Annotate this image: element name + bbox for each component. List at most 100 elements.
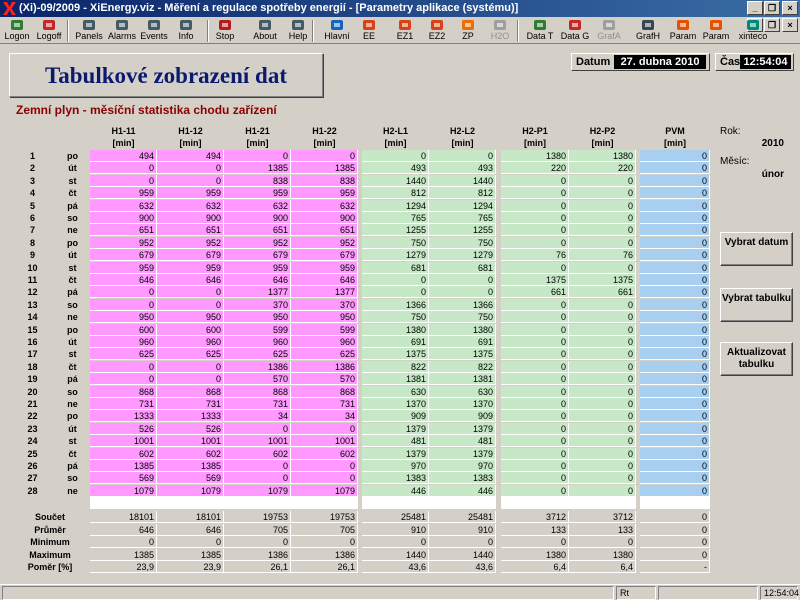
row-day-number: 19 xyxy=(27,374,38,385)
table-cell: 679 xyxy=(224,249,291,262)
panels-icon xyxy=(82,19,96,31)
table-cell: 731 xyxy=(157,398,224,410)
table-cell: 646 xyxy=(157,274,224,286)
summary-cell: 19753 xyxy=(224,511,291,523)
minimize-button[interactable]: _ xyxy=(747,1,763,15)
table-cell: 481 xyxy=(362,435,429,448)
toolbar-button-3[interactable]: Panels xyxy=(74,18,104,43)
page-title: Tabulkové zobrazení dat xyxy=(45,63,287,88)
table-cell: 651 xyxy=(224,224,291,237)
table-cell: 632 xyxy=(291,199,358,212)
table-cell: 1255 xyxy=(362,224,429,237)
toolbar-button-label: xinteco xyxy=(738,31,768,41)
table-cell: 0 xyxy=(157,286,224,299)
table-cell: 0 xyxy=(569,323,636,336)
table-cell: 632 xyxy=(90,199,157,212)
summary-cell: 133 xyxy=(569,523,636,536)
toolbar-button-21[interactable]: Param xyxy=(702,18,730,43)
table-cell: 34 xyxy=(291,410,358,423)
window-title-bar[interactable]: (Xi)-09/2009 - XiEnergy.viz - Měření a r… xyxy=(0,0,800,17)
table-cell: 76 xyxy=(569,249,636,262)
table-cell: 0 xyxy=(501,410,569,423)
toolbar-button-7[interactable]: Stop xyxy=(214,18,236,43)
table-cell: 0 xyxy=(569,422,636,435)
toolbar-button-6[interactable]: Info xyxy=(175,18,197,43)
refresh-table-button[interactable]: Aktualizovat tabulku xyxy=(720,342,793,376)
table-cell: 900 xyxy=(224,212,291,224)
table-cell: 0 xyxy=(291,472,358,485)
toolbar-button-15[interactable]: H2O xyxy=(489,18,511,43)
toolbar-button-17[interactable]: Data G xyxy=(559,18,591,43)
toolbar-button-16[interactable]: Data T xyxy=(525,18,555,43)
table-cell: 570 xyxy=(224,373,291,386)
toolbar-button-5[interactable]: Events xyxy=(137,18,171,43)
summary-cell: 1386 xyxy=(291,548,358,561)
table-cell: 950 xyxy=(157,311,224,324)
page-title-panel: Tabulkové zobrazení dat xyxy=(9,53,323,97)
toolbar-button-1[interactable]: Logon xyxy=(4,18,30,43)
table-cell: 0 xyxy=(569,410,636,423)
table-cell: 0 xyxy=(640,187,710,200)
toolbar-button-10[interactable]: Hlavní xyxy=(320,18,354,43)
table-cell: 950 xyxy=(90,311,157,324)
maximize-button[interactable]: ❐ xyxy=(764,1,780,15)
data-table: H1-11 [min] H1-12 [min] H1-21 [min] H1-22 [min]… xyxy=(10,122,711,578)
table-cell: 0 xyxy=(90,162,157,175)
row-day-number: 24 xyxy=(27,436,38,447)
row-weekday: ne xyxy=(67,485,78,496)
table-cell: 950 xyxy=(291,311,358,324)
table-cell: 679 xyxy=(157,249,224,262)
table-cell: 661 xyxy=(501,286,569,299)
row-day-number: 18 xyxy=(27,361,38,372)
toolbar-button-11[interactable]: EE xyxy=(358,18,380,43)
summary-cell: 0 xyxy=(291,536,358,549)
table-cell: 0 xyxy=(640,261,710,274)
toolbar-button-20[interactable]: Param xyxy=(669,18,697,43)
table-cell: 0 xyxy=(501,484,569,497)
toolbar-button-2[interactable]: Logoff xyxy=(34,18,64,43)
toolbar-button-22[interactable]: xinteco xyxy=(735,18,771,43)
app-logo-icon xyxy=(3,2,16,15)
row-weekday: ne xyxy=(67,312,78,323)
table-cell: 0 xyxy=(501,261,569,274)
toolbar-button-19[interactable]: GrafH xyxy=(632,18,664,43)
table-cell: 0 xyxy=(501,187,569,200)
table-cell: 959 xyxy=(224,187,291,200)
summary-cell: 0 xyxy=(362,536,429,549)
table-cell: 602 xyxy=(224,447,291,460)
table-cell: 0 xyxy=(569,336,636,348)
toolbar-button-13[interactable]: EZ2 xyxy=(424,18,450,43)
toolbar-button-4[interactable]: Alarms xyxy=(107,18,137,43)
row-day-number: 1 xyxy=(29,151,35,161)
table-cell: 0 xyxy=(640,360,710,373)
toolbar-button-12[interactable]: EZ1 xyxy=(392,18,418,43)
select-table-button[interactable]: Vybrat tabulku xyxy=(720,288,793,322)
toolbar-button-18[interactable]: GrafA xyxy=(596,18,622,43)
column-header: H2-P1 xyxy=(501,125,569,137)
table-cell: 0 xyxy=(640,298,710,311)
close-button[interactable]: × xyxy=(782,1,798,15)
table-cell: 960 xyxy=(157,336,224,348)
toolbar-button-14[interactable]: ZP xyxy=(457,18,479,43)
column-unit: [min] xyxy=(569,137,636,149)
table-cell: 0 xyxy=(362,150,429,162)
table-cell: 1279 xyxy=(429,249,496,262)
table-cell: 0 xyxy=(429,150,496,162)
table-cell: 0 xyxy=(569,187,636,200)
toolbar-button-label: GrafA xyxy=(597,31,621,41)
table-cell: 0 xyxy=(640,212,710,224)
logon-icon xyxy=(10,19,24,31)
toolbar-button-label: Help xyxy=(288,31,308,41)
toolbar-button-8[interactable]: About xyxy=(250,18,280,43)
select-date-button[interactable]: Vybrat datum xyxy=(720,232,793,266)
row-weekday: čt xyxy=(68,448,77,459)
summary-cell: 25481 xyxy=(362,511,429,523)
table-cell: 970 xyxy=(362,460,429,472)
table-cell: 0 xyxy=(569,484,636,497)
doc-close-button[interactable]: × xyxy=(782,18,798,32)
table-cell: 1379 xyxy=(362,422,429,435)
column-header: H1-21 xyxy=(224,125,291,137)
toolbar-button-9[interactable]: Help xyxy=(284,18,312,43)
toolbar-button-label: Param xyxy=(669,31,697,41)
row-weekday: so xyxy=(67,213,78,223)
